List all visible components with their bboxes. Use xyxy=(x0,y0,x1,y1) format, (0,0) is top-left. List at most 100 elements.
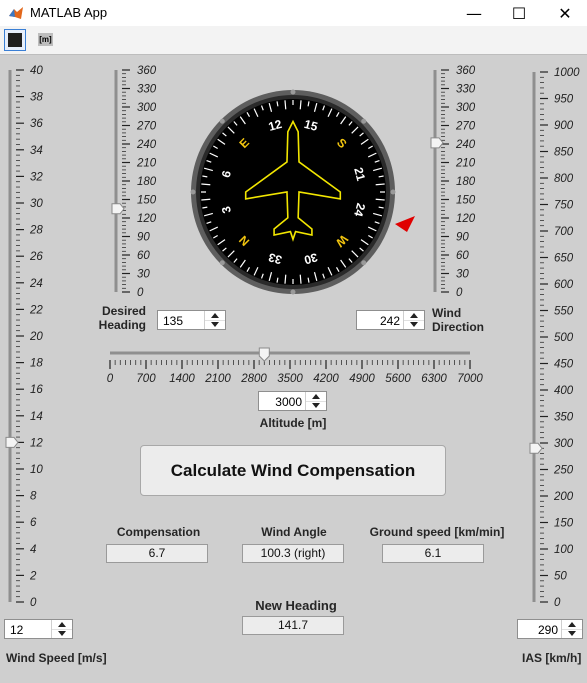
ias-tick-label: 100 xyxy=(554,544,574,556)
altitude-tick-label: 4200 xyxy=(313,373,339,385)
wind-direction-tick-label: 120 xyxy=(456,213,476,225)
altitude-down-arrow[interactable] xyxy=(306,401,326,410)
wind-speed-slider-thumb[interactable] xyxy=(5,436,19,448)
wind-direction-down-arrow[interactable] xyxy=(404,320,424,329)
wind-speed-tick-label: 24 xyxy=(29,278,43,290)
desired-heading-down-arrow[interactable] xyxy=(205,320,225,329)
ias-tick-label: 550 xyxy=(554,306,574,318)
wind-direction-pointer-icon xyxy=(395,216,415,232)
altitude-spinner[interactable]: 3000 xyxy=(258,391,327,411)
compass-bezel-notch xyxy=(390,189,396,195)
gauges-layer: 4038363432302826242220181614121086420360… xyxy=(5,65,580,609)
compensation-label: Compensation xyxy=(116,525,201,539)
altitude-value[interactable]: 3000 xyxy=(275,395,302,409)
ias-down-arrow[interactable] xyxy=(562,629,582,638)
ias-tick-label: 700 xyxy=(554,226,574,238)
ias-tick-label: 800 xyxy=(554,173,574,185)
ias-tick-label: 450 xyxy=(554,359,574,371)
wind-speed-tick-label: 26 xyxy=(29,251,43,263)
heading-tick-label: 120 xyxy=(137,213,157,225)
heading-tick-label: 30 xyxy=(137,269,150,281)
wind-speed-tick-label: 14 xyxy=(30,411,43,423)
altitude-tick-label: 4900 xyxy=(349,373,375,385)
heading-tick-label: 240 xyxy=(136,139,157,151)
heading-slider-thumb[interactable] xyxy=(111,203,125,215)
ias-tick-label: 250 xyxy=(553,465,574,477)
wind-direction-tick-label: 60 xyxy=(456,250,469,262)
ground-speed-label: Ground speed [km/min] xyxy=(369,525,505,539)
altitude-tick-label: 6300 xyxy=(421,373,447,385)
heading-tick-label: 270 xyxy=(136,121,157,133)
wind-speed-label: Wind Speed [m/s] xyxy=(6,651,107,665)
ias-tick-label: 200 xyxy=(553,491,574,503)
wind-speed-down-arrow[interactable] xyxy=(52,629,72,638)
wind-speed-tick-label: 10 xyxy=(30,464,43,476)
wind-direction-slider-thumb[interactable] xyxy=(430,137,444,149)
ias-tick-label: 150 xyxy=(554,518,574,530)
ias-spinner[interactable]: 290 xyxy=(517,619,583,639)
wind-speed-tick-label: 32 xyxy=(30,171,43,183)
wind-direction-track xyxy=(433,70,437,292)
altitude-tick-label: 5600 xyxy=(385,373,411,385)
wind-direction-tick-label: 210 xyxy=(455,158,476,170)
ias-tick-label: 300 xyxy=(554,438,574,450)
compass-face xyxy=(200,98,386,285)
wind-speed-tick-label: 30 xyxy=(30,198,43,210)
ias-slider-thumb[interactable] xyxy=(529,442,543,454)
ias-tick-label: 400 xyxy=(554,385,574,397)
compass-bezel-notch xyxy=(361,118,367,124)
heading-tick-label: 90 xyxy=(137,232,150,244)
desired-heading-spinner[interactable]: 135 xyxy=(157,310,226,330)
desired-heading-label-line2: Heading xyxy=(98,318,146,332)
ias-tick-label: 50 xyxy=(554,571,567,583)
wind-direction-tick-label: 0 xyxy=(456,287,463,299)
desired-heading-label-line1: Desired xyxy=(101,304,146,318)
new-heading-output: 141.7 xyxy=(242,616,344,635)
ias-tick-label: 500 xyxy=(554,332,574,344)
ias-label: IAS [km/h] xyxy=(522,651,582,665)
ias-tick-label: 600 xyxy=(554,279,574,291)
compass-card: E12 15S2124W3033N36 xyxy=(200,98,386,285)
wind-speed-tick-label: 36 xyxy=(30,118,43,130)
ias-tick-label: 750 xyxy=(554,200,574,212)
calculate-wind-compensation-button[interactable]: Calculate Wind Compensation xyxy=(140,445,446,496)
wind-speed-spinner[interactable]: 12 xyxy=(4,619,73,639)
heading-track xyxy=(114,70,118,292)
wind-speed-value[interactable]: 12 xyxy=(10,623,23,637)
wind-speed-tick-label: 22 xyxy=(29,304,43,316)
altitude-slider-thumb[interactable] xyxy=(258,347,270,362)
ias-tick-label: 900 xyxy=(554,120,574,132)
wind-direction-tick-label: 150 xyxy=(456,195,476,207)
wind-speed-tick-label: 2 xyxy=(29,570,37,582)
wind-speed-tick-label: 18 xyxy=(30,358,43,370)
heading-tick-label: 210 xyxy=(136,158,157,170)
wind-speed-tick-label: 38 xyxy=(30,92,43,104)
wind-direction-tick-label: 330 xyxy=(456,84,476,96)
ias-value[interactable]: 290 xyxy=(538,623,558,637)
wind-direction-tick-label: 360 xyxy=(456,65,476,77)
wind-speed-tick-label: 16 xyxy=(30,384,43,396)
altitude-tick-label: 2800 xyxy=(240,373,267,385)
wind-direction-tick-label: 300 xyxy=(456,102,476,114)
heading-tick-label: 360 xyxy=(137,65,157,77)
wind-angle-output: 100.3 (right) xyxy=(242,544,344,563)
wind-speed-tick-label: 28 xyxy=(29,225,43,237)
heading-tick-label: 330 xyxy=(137,84,157,96)
wind-speed-tick-label: 6 xyxy=(30,517,37,529)
ias-tick-label: 0 xyxy=(554,597,561,609)
altitude-label: Altitude [m] xyxy=(259,416,327,430)
wind-speed-tick-label: 40 xyxy=(30,65,43,77)
new-heading-label: New Heading xyxy=(255,598,337,613)
heading-tick-label: 60 xyxy=(137,250,150,262)
compass-bezel-notch xyxy=(290,289,296,295)
ias-tick-label: 650 xyxy=(554,253,574,265)
altitude-track xyxy=(110,351,470,355)
ias-track xyxy=(532,72,536,602)
desired-heading-value[interactable]: 135 xyxy=(163,314,183,328)
wind-direction-spinner[interactable]: 242 xyxy=(356,310,425,330)
wind-direction-tick-label: 240 xyxy=(455,139,476,151)
wind-direction-tick-label: 30 xyxy=(456,269,469,281)
compass-bezel-notch xyxy=(219,260,225,266)
wind-direction-value[interactable]: 242 xyxy=(380,314,400,328)
wind-direction-label-line2: Direction xyxy=(432,320,485,334)
